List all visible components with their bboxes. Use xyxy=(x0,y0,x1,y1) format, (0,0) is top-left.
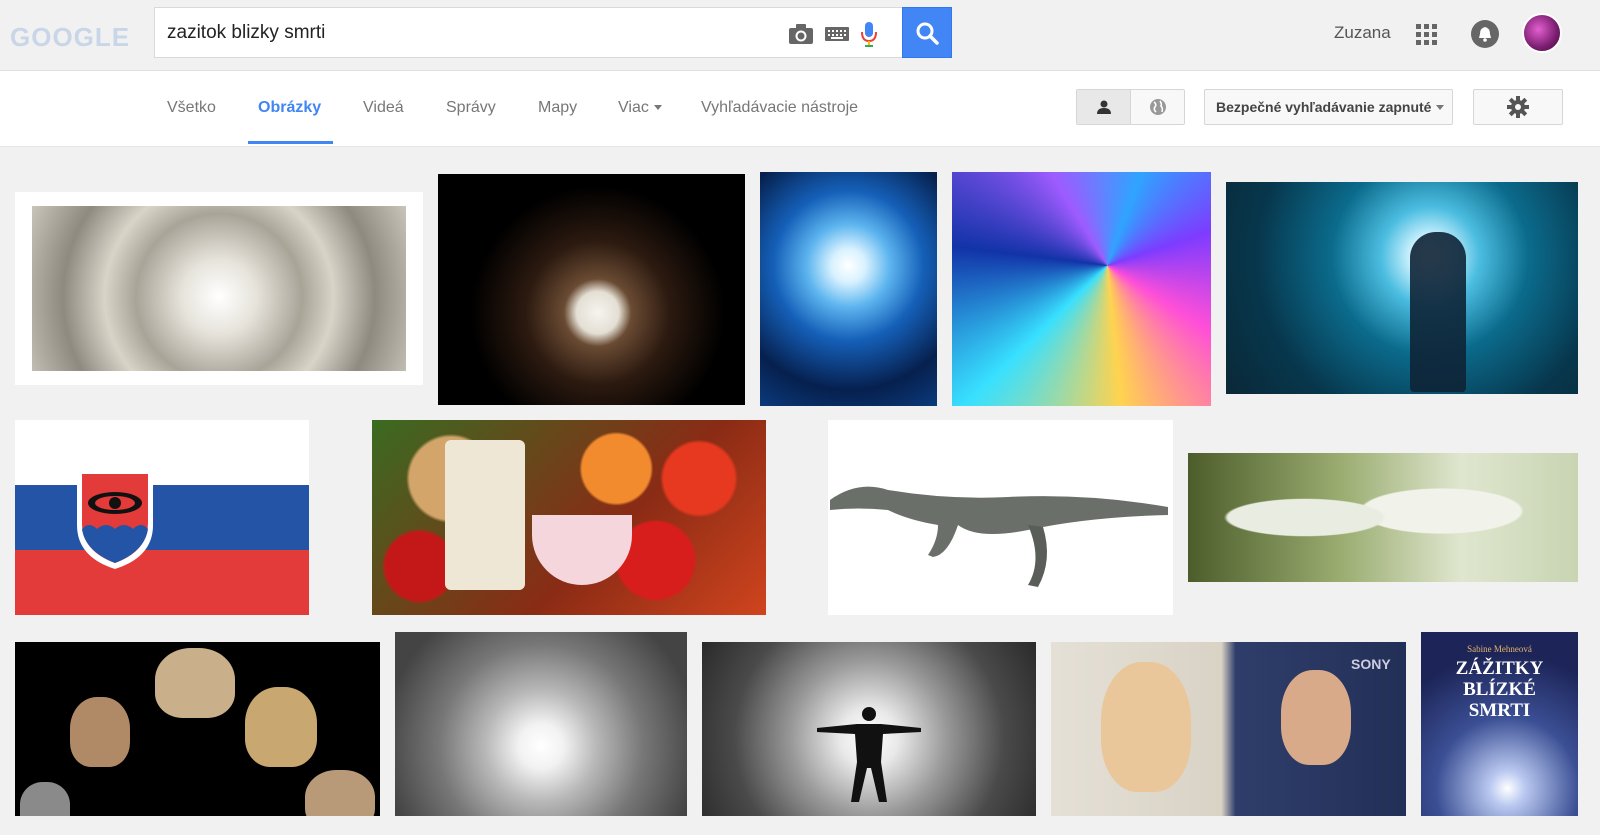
image-result[interactable] xyxy=(15,420,309,615)
logo-text: GOOGLE xyxy=(10,22,131,52)
image-result[interactable]: SONY xyxy=(1051,642,1406,816)
microphone-icon[interactable] xyxy=(855,20,883,48)
book-title: ZÁŽITKY BLÍZKÉ SMRTI xyxy=(1421,658,1578,721)
image-result[interactable] xyxy=(15,642,380,816)
tab-more[interactable]: Viac xyxy=(618,99,662,117)
top-bar: GOOGLE zazitok blizky smrti Zuzana xyxy=(0,0,1600,71)
tab-news[interactable]: Správy xyxy=(446,99,496,117)
search-icon xyxy=(916,22,939,45)
image-result[interactable] xyxy=(372,420,766,615)
tab-maps[interactable]: Mapy xyxy=(538,99,577,117)
image-result[interactable] xyxy=(395,632,687,816)
view-toggle xyxy=(1076,89,1185,125)
camera-icon[interactable] xyxy=(787,20,815,48)
book-author: Sabine Mehneová xyxy=(1467,644,1532,654)
safesearch-label: Bezpečné vyhľadávanie zapnuté xyxy=(1216,99,1432,115)
user-name[interactable]: Zuzana xyxy=(1334,23,1391,43)
search-button[interactable] xyxy=(902,7,952,58)
reptile-figure xyxy=(830,486,1168,587)
image-result[interactable] xyxy=(952,172,1211,406)
skull xyxy=(155,648,235,718)
book-title-line: SMRTI xyxy=(1468,700,1531,721)
tab-more-label: Viac xyxy=(618,99,649,116)
apps-grid-icon[interactable] xyxy=(1416,24,1438,46)
search-box[interactable]: zazitok blizky smrti xyxy=(154,7,902,58)
safesearch-dropdown[interactable]: Bezpečné vyhľadávanie zapnuté xyxy=(1204,89,1453,125)
active-tab-indicator xyxy=(248,141,333,144)
image-result[interactable] xyxy=(438,174,745,405)
milk-glass xyxy=(445,440,525,590)
settings-button[interactable] xyxy=(1473,89,1563,125)
skull xyxy=(70,697,130,767)
image-result[interactable]: Sabine Mehneová ZÁŽITKY BLÍZKÉ SMRTI xyxy=(1421,632,1578,816)
chevron-down-icon xyxy=(653,105,662,111)
tab-images[interactable]: Obrázky xyxy=(258,99,321,117)
coat-of-arms-shield xyxy=(77,469,153,569)
skull xyxy=(20,782,70,816)
face xyxy=(1281,670,1351,765)
gear-icon xyxy=(1507,96,1529,118)
engraving-tunnel-image xyxy=(32,206,406,371)
personal-results-button[interactable] xyxy=(1077,90,1131,124)
book-title-line: BLÍZKÉ xyxy=(1463,679,1536,700)
yogurt-bowl xyxy=(532,515,632,585)
person-icon xyxy=(1096,100,1111,114)
image-result[interactable] xyxy=(760,172,937,406)
image-result[interactable] xyxy=(1226,182,1578,394)
image-result[interactable] xyxy=(702,642,1036,816)
keyboard-icon[interactable] xyxy=(823,20,851,48)
image-result[interactable] xyxy=(828,420,1173,615)
skull xyxy=(305,770,375,816)
chevron-down-icon xyxy=(1436,104,1445,110)
avatar[interactable] xyxy=(1522,13,1562,53)
notification-bell-icon[interactable] xyxy=(1471,20,1499,48)
sony-logo-text: SONY xyxy=(1351,656,1391,672)
tab-bar: Všetko Obrázky Videá Správy Mapy Viac Vy… xyxy=(0,71,1600,147)
tab-all[interactable]: Všetko xyxy=(167,99,216,117)
image-result[interactable] xyxy=(15,192,423,385)
face xyxy=(1101,662,1191,792)
tab-search-tools[interactable]: Vyhľadávacie nástroje xyxy=(701,99,858,117)
book-title-line: ZÁŽITKY xyxy=(1455,658,1544,679)
person-silhouette xyxy=(817,707,921,802)
tab-videos[interactable]: Videá xyxy=(363,99,404,117)
globe-icon xyxy=(1150,99,1166,115)
skull xyxy=(245,687,317,767)
search-input[interactable]: zazitok blizky smrti xyxy=(167,22,325,44)
figure-silhouette xyxy=(1410,232,1466,392)
global-results-button[interactable] xyxy=(1131,90,1185,124)
google-doodle-logo[interactable]: GOOGLE xyxy=(10,22,132,54)
image-result[interactable] xyxy=(1188,453,1578,582)
